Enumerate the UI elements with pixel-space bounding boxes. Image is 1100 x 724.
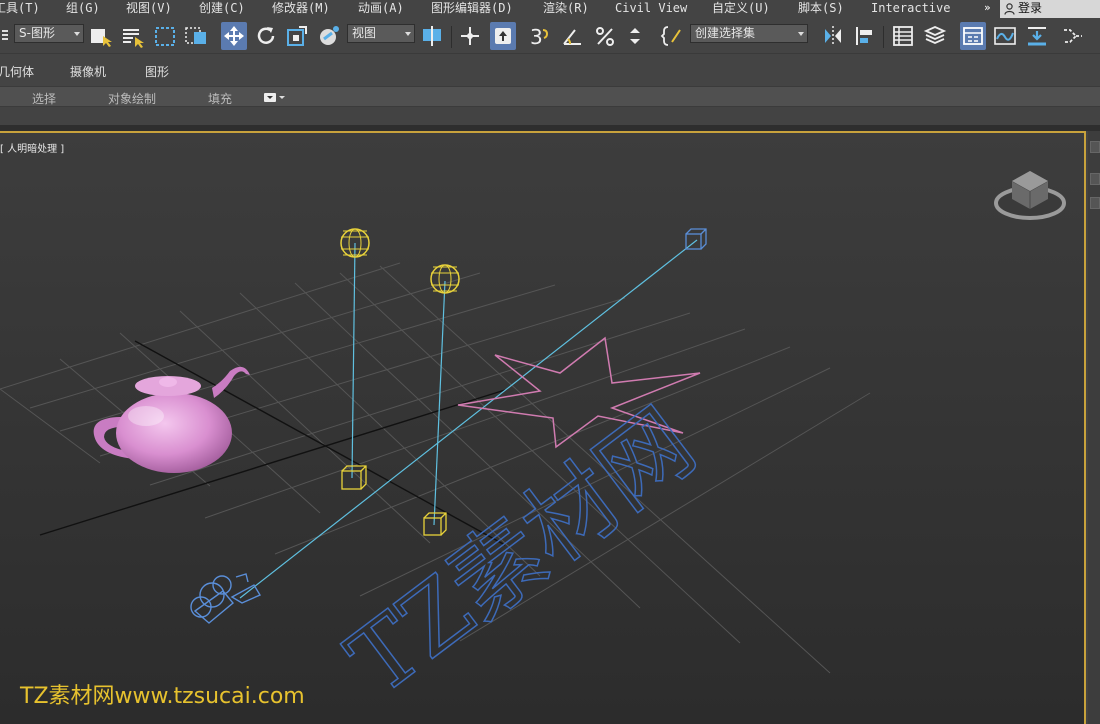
toggle-ribbon-icon[interactable] [960, 22, 986, 50]
link-icon[interactable] [0, 22, 14, 50]
chevron-down-icon [798, 32, 804, 36]
edit-named-selection-icon[interactable] [660, 22, 686, 50]
curve-editor-icon[interactable] [992, 22, 1018, 50]
align-icon[interactable] [852, 22, 878, 50]
select-manipulate-icon[interactable] [457, 22, 483, 50]
ribbon-gap [0, 107, 1100, 125]
layer-explorer-icon[interactable] [922, 22, 948, 50]
menu-more-button[interactable]: » [984, 0, 998, 18]
user-icon [1004, 3, 1015, 15]
ribbon-subtabs: 选择 对象绘制 填充 [0, 86, 1100, 107]
subtab-object-paint[interactable]: 对象绘制 [108, 90, 156, 107]
camera[interactable] [190, 573, 262, 624]
panel-tab[interactable] [1090, 141, 1100, 153]
angle-snap-icon[interactable] [560, 22, 586, 50]
select-and-move-icon[interactable] [221, 22, 247, 50]
subtab-populate[interactable]: 填充 [208, 90, 232, 107]
login-button[interactable]: 登录 [1000, 0, 1100, 18]
perspective-viewport[interactable]: TZ素材网 [人明暗处理] [0, 131, 1086, 724]
window-crossing-icon[interactable] [183, 22, 209, 50]
command-panel-edge [1088, 131, 1100, 724]
select-by-name-icon[interactable] [120, 22, 146, 50]
selection-filter-value: S-图形 [19, 26, 55, 40]
scene-explorer-icon[interactable] [890, 22, 916, 50]
tab-shapes[interactable]: 图形 [145, 63, 169, 80]
teapot[interactable] [93, 366, 250, 473]
menu-tools[interactable]: 工具(T) [0, 0, 40, 18]
snaps-toggle-icon[interactable]: 3 [527, 22, 553, 50]
chevron-down-icon [74, 32, 80, 36]
select-and-rotate-icon[interactable] [253, 22, 279, 50]
ribbon-options-icon[interactable] [263, 92, 285, 103]
menu-graph-editors[interactable]: 图形编辑器(D) [431, 0, 513, 18]
tab-cameras[interactable]: 摄像机 [70, 63, 106, 80]
tab-geometry[interactable]: 几何体 [0, 63, 34, 80]
mirror-icon[interactable] [820, 22, 846, 50]
place-icon[interactable] [316, 22, 342, 50]
text-spline[interactable]: TZ素材网 [328, 388, 714, 716]
reference-coord-dropdown[interactable]: 视图 [347, 24, 415, 43]
subtab-selection[interactable]: 选择 [32, 90, 56, 107]
named-selection-set-value: 创建选择集 [695, 26, 756, 40]
selection-filter-dropdown[interactable]: S-图形 [14, 24, 84, 43]
spinner-snap-icon[interactable] [622, 22, 648, 50]
menu-create[interactable]: 创建(C) [199, 0, 245, 18]
menu-rendering[interactable]: 渲染(R) [543, 0, 589, 18]
snap-dimension-label: 3 [530, 25, 543, 49]
grid-axes [39, 340, 506, 546]
keyboard-shortcut-toggle-icon[interactable] [490, 22, 516, 50]
view-cube[interactable] [994, 171, 1066, 220]
reference-coord-value: 视图 [352, 26, 377, 40]
pivot-center-icon[interactable] [419, 22, 445, 50]
menu-modifiers[interactable]: 修改器(M) [272, 0, 330, 18]
viewport-shading-label[interactable]: [ 人明暗处理 ] [0, 140, 64, 155]
select-and-scale-icon[interactable] [284, 22, 310, 50]
menu-view[interactable]: 视图(V) [126, 0, 172, 18]
menu-bar: 工具(T) 组(G) 视图(V) 创建(C) 修改器(M) 动画(A) 图形编辑… [0, 0, 1100, 18]
chevron-down-icon [405, 32, 411, 36]
select-object-icon[interactable] [88, 22, 114, 50]
schematic-view-icon[interactable] [1024, 22, 1050, 50]
viewport-scene: TZ素材网 [0, 171, 1066, 716]
menu-civil-view[interactable]: Civil View [615, 0, 687, 18]
menu-customize[interactable]: 自定义(U) [712, 0, 770, 18]
main-toolbar: S-图形 视图 3 创建选择集 [0, 18, 1100, 54]
menu-group[interactable]: 组(G) [66, 0, 100, 18]
ribbon: 几何体 摄像机 图形 [0, 54, 1100, 86]
login-label: 登录 [1018, 1, 1043, 15]
menu-animation[interactable]: 动画(A) [358, 0, 404, 18]
site-watermark: TZ素材网www.tzsucai.com [20, 684, 305, 709]
percent-snap-icon[interactable] [592, 22, 618, 50]
material-editor-icon[interactable] [1060, 22, 1086, 50]
toolbar-divider [451, 26, 452, 48]
menu-interactive[interactable]: Interactive [871, 0, 950, 18]
rectangle-selection-icon[interactable] [152, 22, 178, 50]
panel-tab[interactable] [1090, 173, 1100, 185]
named-selection-set-dropdown[interactable]: 创建选择集 [690, 24, 808, 43]
menu-scripting[interactable]: 脚本(S) [798, 0, 844, 18]
toolbar-divider [883, 26, 884, 48]
panel-tab[interactable] [1090, 197, 1100, 209]
